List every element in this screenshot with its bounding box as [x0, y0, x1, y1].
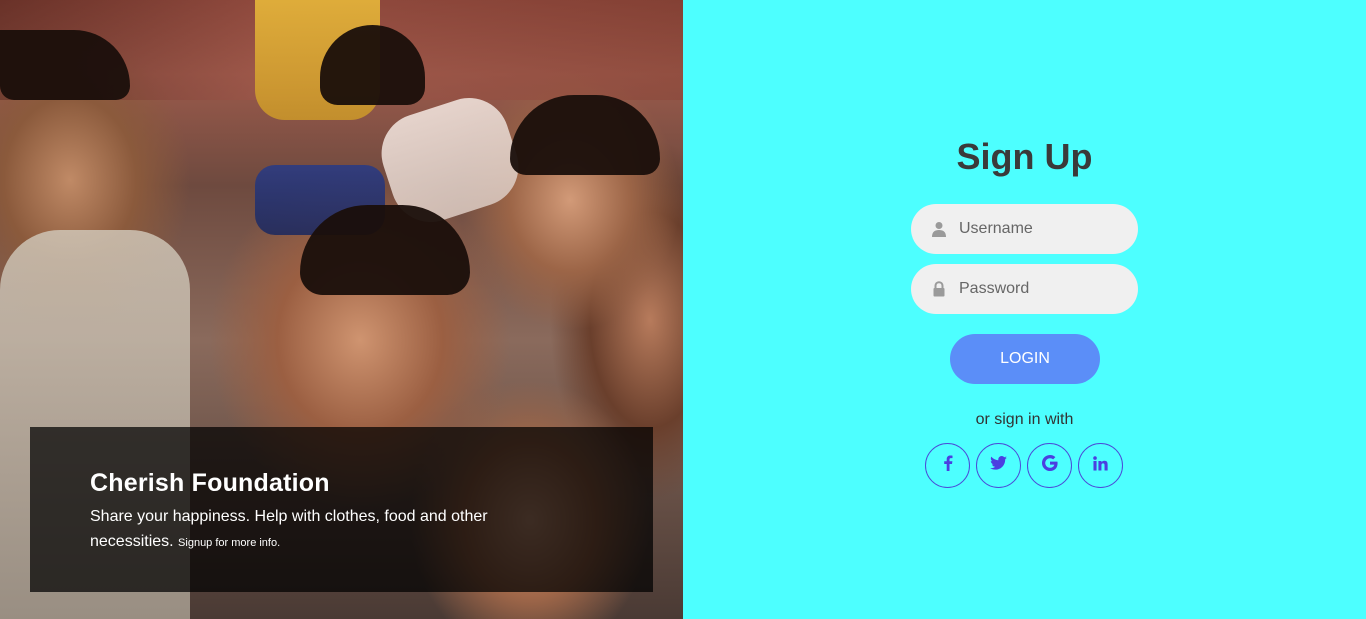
- user-icon: [931, 221, 947, 237]
- signup-form-panel: Sign Up LOGIN or sign in with: [683, 0, 1366, 619]
- username-field[interactable]: [911, 204, 1138, 254]
- hero-title: Cherish Foundation: [90, 469, 330, 497]
- twitter-icon: [990, 456, 1007, 475]
- hero-note: Signup for more info.: [178, 537, 281, 549]
- username-input[interactable]: [959, 214, 1119, 244]
- google-button[interactable]: [1027, 443, 1072, 488]
- hero-description: Share your happiness. Help with clothes,…: [90, 504, 570, 556]
- photo-child-hair: [510, 95, 660, 175]
- hero-description-text: Share your happiness. Help with clothes,…: [90, 508, 488, 550]
- social-buttons: [925, 443, 1125, 489]
- twitter-button[interactable]: [976, 443, 1021, 488]
- hero-photo: Cherish Foundation Share your happiness.…: [0, 0, 683, 619]
- lock-icon: [931, 281, 947, 297]
- password-input[interactable]: [959, 274, 1119, 304]
- facebook-button[interactable]: [925, 443, 970, 488]
- linkedin-button[interactable]: [1078, 443, 1123, 488]
- signup-page: Cherish Foundation Share your happiness.…: [0, 0, 1366, 619]
- linkedin-icon: [1093, 455, 1108, 476]
- login-button[interactable]: LOGIN: [950, 334, 1100, 384]
- facebook-icon: [942, 455, 954, 476]
- alt-signin-text: or sign in with: [975, 411, 1074, 428]
- password-field[interactable]: [911, 264, 1138, 314]
- form-title: Sign Up: [956, 136, 1093, 177]
- hero-caption: Cherish Foundation Share your happiness.…: [30, 427, 653, 592]
- google-icon: [1041, 455, 1058, 476]
